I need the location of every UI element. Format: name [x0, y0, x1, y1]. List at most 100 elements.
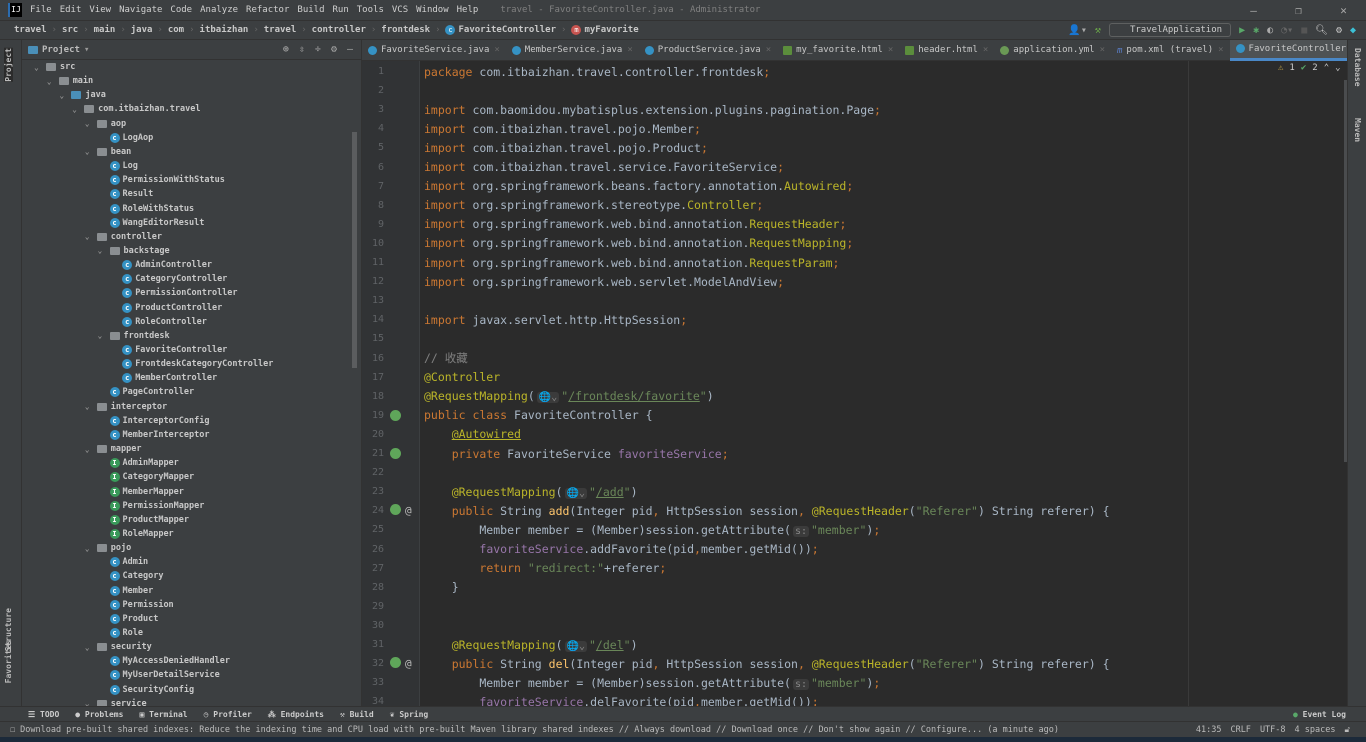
menu-window[interactable]: Window — [416, 5, 449, 15]
notification-icon[interactable]: ☐ — [10, 725, 15, 735]
tree-item[interactable]: c MyUserDetailService — [98, 668, 220, 682]
chevron-down-icon[interactable]: ▾ — [84, 45, 89, 55]
inspection-widget[interactable]: ⚠ 1 ✔ 2 ⌃ ⌄ — [1278, 63, 1341, 73]
tree-item[interactable]: c PermissionWithStatus — [98, 173, 225, 187]
gear-icon[interactable]: ⚙ — [1336, 25, 1342, 36]
tree-item[interactable]: c RoleWithStatus — [98, 202, 194, 216]
breadcrumb-item[interactable]: src — [62, 25, 78, 35]
tree-item[interactable]: c Result — [98, 187, 153, 201]
menu-code[interactable]: Code — [170, 5, 192, 15]
editor-tab[interactable]: application.yml × — [994, 40, 1111, 61]
tree-item[interactable]: I ProductMapper — [98, 513, 189, 527]
chevron-down-icon[interactable]: ⌄ — [72, 105, 84, 114]
breadcrumb-item[interactable]: com — [168, 25, 184, 35]
run-configuration-select[interactable]: TravelApplication — [1108, 23, 1232, 37]
tree-item[interactable]: I RoleMapper — [98, 527, 174, 541]
close-tab-icon[interactable]: × — [494, 45, 499, 55]
vcs-user-icon[interactable]: 👤▾ — [1068, 25, 1086, 36]
lock-icon[interactable]: 🔓︎ — [1344, 725, 1350, 735]
breadcrumb-item[interactable]: main — [94, 25, 116, 35]
tool-endpoints-button[interactable]: ⁂ Endpoints — [268, 710, 324, 719]
tree-item[interactable]: ⌄ interceptor — [85, 400, 167, 414]
collapse-all-icon[interactable]: ÷ — [315, 44, 321, 55]
line-separator[interactable]: CRLF — [1230, 725, 1250, 735]
tree-item[interactable]: ⌄ aop — [85, 117, 126, 131]
hide-icon[interactable]: — — [347, 44, 353, 55]
tree-scrollbar[interactable] — [352, 132, 357, 368]
chevron-down-icon[interactable]: ⌄ — [34, 63, 46, 72]
file-encoding[interactable]: UTF-8 — [1260, 725, 1286, 735]
profile-icon[interactable]: ◔▾ — [1281, 25, 1293, 36]
close-button[interactable]: ✕ — [1321, 4, 1366, 17]
close-tab-icon[interactable]: × — [888, 45, 893, 55]
menu-run[interactable]: Run — [333, 5, 349, 15]
tool-terminal-button[interactable]: ▣ Terminal — [139, 710, 187, 719]
spring-bean-icon[interactable] — [390, 657, 401, 669]
breadcrumb-item[interactable]: controller — [312, 25, 366, 35]
tree-item[interactable]: ⌄ backstage — [98, 244, 170, 258]
chevron-down-icon[interactable]: ⌄ — [85, 232, 97, 241]
tool-profiler-button[interactable]: ◷ Profiler — [204, 710, 252, 719]
favorites-tool-tab[interactable]: Favorites — [4, 640, 13, 683]
chevron-down-icon[interactable]: ⌄ — [85, 643, 97, 652]
tree-item[interactable]: ⌄ com.itbaizhan.travel — [72, 102, 200, 116]
close-tab-icon[interactable]: × — [1218, 45, 1223, 55]
tree-item[interactable]: c LogAop — [98, 131, 153, 145]
minimize-button[interactable]: — — [1231, 4, 1276, 17]
menu-help[interactable]: Help — [457, 5, 479, 15]
breadcrumb-item[interactable]: FavoriteController — [458, 25, 556, 35]
debug-icon[interactable]: ✱ — [1253, 25, 1259, 36]
caret-position[interactable]: 41:35 — [1196, 725, 1222, 735]
breadcrumb-item[interactable]: frontdesk — [381, 25, 430, 35]
close-tab-icon[interactable]: × — [1100, 45, 1105, 55]
close-tab-icon[interactable]: × — [766, 45, 771, 55]
tool-problems-button[interactable]: ● Problems — [75, 710, 123, 719]
menu-tools[interactable]: Tools — [357, 5, 384, 15]
tree-item[interactable]: I AdminMapper — [98, 456, 179, 470]
event-log-button[interactable]: ● Event Log — [1293, 710, 1346, 719]
tree-item[interactable]: c Log — [98, 159, 138, 173]
chevron-down-icon[interactable]: ⌄ — [85, 699, 97, 706]
menu-refactor[interactable]: Refactor — [246, 5, 289, 15]
editor-tab[interactable]: FavoriteService.java × — [362, 40, 506, 61]
breadcrumb-item[interactable]: travel — [264, 25, 297, 35]
tree-item[interactable]: c CategoryController — [110, 272, 227, 286]
search-icon[interactable]: 🔍︎ — [1315, 25, 1328, 36]
restore-button[interactable]: ❐ — [1276, 4, 1321, 17]
tree-item[interactable]: c Member — [98, 584, 153, 598]
breadcrumb-item[interactable]: itbaizhan — [200, 25, 249, 35]
tree-item[interactable]: c Permission — [98, 598, 174, 612]
chevron-down-icon[interactable]: ⌄ — [85, 119, 97, 128]
tree-item[interactable]: ⌄ bean — [85, 145, 131, 159]
tree-item[interactable]: c Product — [98, 612, 158, 626]
close-tab-icon[interactable]: × — [983, 45, 988, 55]
spring-bean-icon[interactable] — [390, 409, 401, 421]
indent-setting[interactable]: 4 spaces — [1295, 725, 1336, 735]
tree-item[interactable]: ⌄ pojo — [85, 541, 131, 555]
editor-tab[interactable]: MemberService.java × — [506, 40, 639, 61]
request-mapping-icon[interactable]: @ — [405, 657, 412, 670]
menu-vcs[interactable]: VCS — [392, 5, 408, 15]
breadcrumb-item[interactable]: travel — [14, 25, 47, 35]
tree-item[interactable]: c Admin — [98, 555, 148, 569]
breadcrumb-item[interactable]: myFavorite — [584, 25, 638, 35]
tree-item[interactable]: c RoleController — [110, 315, 207, 329]
maven-tool-tab[interactable]: Maven — [1353, 118, 1362, 142]
menu-view[interactable]: View — [89, 5, 111, 15]
editor-tab[interactable]: ProductService.java × — [639, 40, 777, 61]
tree-item[interactable]: ⌄ service — [85, 697, 147, 706]
tree-item[interactable]: I CategoryMapper — [98, 470, 194, 484]
project-tool-tab[interactable]: Project — [4, 48, 13, 82]
next-highlight-icon[interactable]: ⌄ — [1335, 63, 1340, 73]
stop-icon[interactable]: ■ — [1301, 25, 1307, 36]
tree-item[interactable]: c Role — [98, 626, 143, 640]
editor-tab[interactable]: my_favorite.html × — [777, 40, 899, 61]
tree-item[interactable]: ⌄ security — [85, 640, 152, 654]
tree-item[interactable]: ⌄ controller — [85, 230, 162, 244]
editor-tab[interactable]: FavoriteController.java× — [1229, 39, 1366, 61]
tree-item[interactable]: c WangEditorResult — [98, 216, 204, 230]
spring-bean-icon[interactable] — [390, 448, 401, 459]
close-tab-icon[interactable]: × — [627, 45, 632, 55]
breadcrumb-item[interactable]: java — [131, 25, 153, 35]
project-view-select[interactable]: Project — [42, 45, 80, 55]
